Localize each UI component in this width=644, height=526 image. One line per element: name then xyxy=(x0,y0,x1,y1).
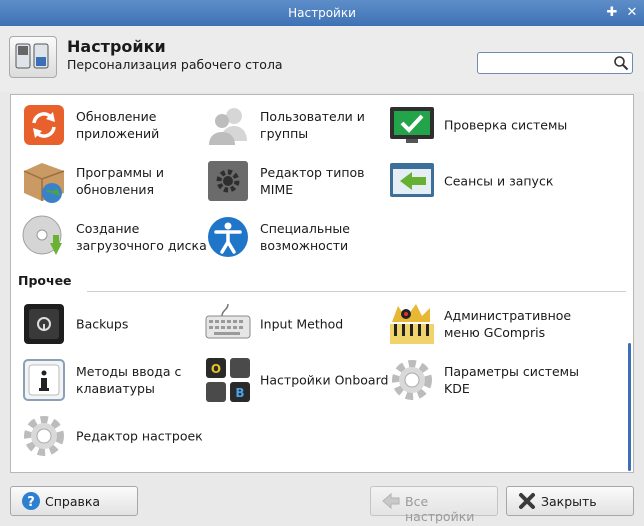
item-label: Настройки Onboard xyxy=(260,372,389,388)
mime-gear-icon xyxy=(208,161,248,201)
item-sessions-startup[interactable]: Сеансы и запуск xyxy=(388,157,578,205)
item-settings-editor[interactable]: Редактор настроек xyxy=(20,412,210,460)
close-button[interactable]: Закрыть xyxy=(506,486,634,516)
all-settings-button-label: Все настройки xyxy=(405,494,475,524)
item-backups[interactable]: Backups xyxy=(20,300,210,348)
item-label: Обновление приложений xyxy=(76,109,160,141)
help-icon: ? xyxy=(22,492,40,510)
search-icon[interactable] xyxy=(613,55,629,71)
kde-gear-icon xyxy=(392,360,432,400)
close-icon xyxy=(519,493,535,509)
item-label: Административное меню GCompris xyxy=(444,308,572,340)
search-input[interactable] xyxy=(482,54,612,74)
close-window-icon[interactable]: ✕ xyxy=(624,5,640,21)
svg-text:?: ? xyxy=(27,495,35,510)
settings-app-icon xyxy=(9,36,57,78)
item-boot-disk[interactable]: Создание загрузочного диска xyxy=(20,213,210,261)
item-label: Backups xyxy=(76,316,129,332)
keyboard-icon xyxy=(205,303,251,339)
item-label: Создание загрузочного диска xyxy=(76,221,207,253)
item-users-groups[interactable]: Пользователи и группы xyxy=(204,101,394,149)
close-button-label: Закрыть xyxy=(541,494,597,509)
settings-gear-icon xyxy=(24,416,64,456)
search-box[interactable] xyxy=(477,52,633,74)
item-label: Программы и обновления xyxy=(76,165,164,197)
window-title: Настройки xyxy=(288,6,356,20)
item-label: Параметры системы KDE xyxy=(444,364,579,396)
help-button-label: Справка xyxy=(45,494,101,509)
item-gcompris-admin[interactable]: Административное меню GCompris xyxy=(388,300,578,348)
boot-disk-icon xyxy=(22,215,62,255)
item-label: Редактор типов MIME xyxy=(260,165,365,197)
session-window-icon xyxy=(390,163,434,197)
footer: ? Справка Все настройки Закрыть xyxy=(0,476,644,526)
scrollbar[interactable] xyxy=(628,343,631,471)
info-icon xyxy=(23,359,65,401)
software-box-icon xyxy=(23,163,65,203)
check-monitor-icon xyxy=(390,107,434,143)
item-input-method[interactable]: Input Method xyxy=(204,300,394,348)
gcompris-icon xyxy=(390,304,434,344)
item-software-updates[interactable]: Программы и обновления xyxy=(20,157,210,205)
users-icon xyxy=(209,108,247,145)
item-mime-editor[interactable]: Редактор типов MIME xyxy=(204,157,394,205)
item-kde-system-settings[interactable]: Параметры системы KDE xyxy=(388,356,579,404)
page-subtitle: Персонализация рабочего стола xyxy=(67,57,283,72)
item-onboard-settings[interactable]: O B Настройки Onboard xyxy=(204,356,394,404)
back-arrow-icon xyxy=(382,492,400,510)
svg-text:B: B xyxy=(235,386,244,400)
svg-text:O: O xyxy=(211,362,221,376)
refresh-icon xyxy=(24,105,64,145)
item-label: Методы ввода с клавиатуры xyxy=(76,364,182,396)
header: Настройки Персонализация рабочего стола xyxy=(0,26,644,92)
safe-icon xyxy=(24,304,64,344)
page-title: Настройки xyxy=(67,37,166,56)
window-titlebar[interactable]: Настройки ✚ ✕ xyxy=(0,0,644,26)
item-label: Input Method xyxy=(260,316,344,332)
settings-content: Обновление приложений Пользователи и гру… xyxy=(10,94,634,473)
pin-icon[interactable]: ✚ xyxy=(604,5,620,21)
item-label: Редактор настроек xyxy=(76,428,203,444)
item-keyboard-input-methods[interactable]: Методы ввода с клавиатуры xyxy=(20,356,210,404)
item-system-check[interactable]: Проверка системы xyxy=(388,101,578,149)
section-title-other: Прочее xyxy=(18,273,72,288)
item-accessibility[interactable]: Специальные возможности xyxy=(204,213,394,261)
accessibility-icon xyxy=(208,217,248,257)
item-app-update[interactable]: Обновление приложений xyxy=(20,101,210,149)
item-label: Специальные возможности xyxy=(260,221,350,253)
item-label: Проверка системы xyxy=(444,117,568,133)
item-label: Сеансы и запуск xyxy=(444,173,554,189)
all-settings-button[interactable]: Все настройки xyxy=(370,486,498,524)
section-divider xyxy=(87,291,626,292)
item-label: Пользователи и группы xyxy=(260,109,365,141)
onboard-keys-icon: O B xyxy=(206,358,250,402)
help-button[interactable]: ? Справка xyxy=(10,486,138,516)
